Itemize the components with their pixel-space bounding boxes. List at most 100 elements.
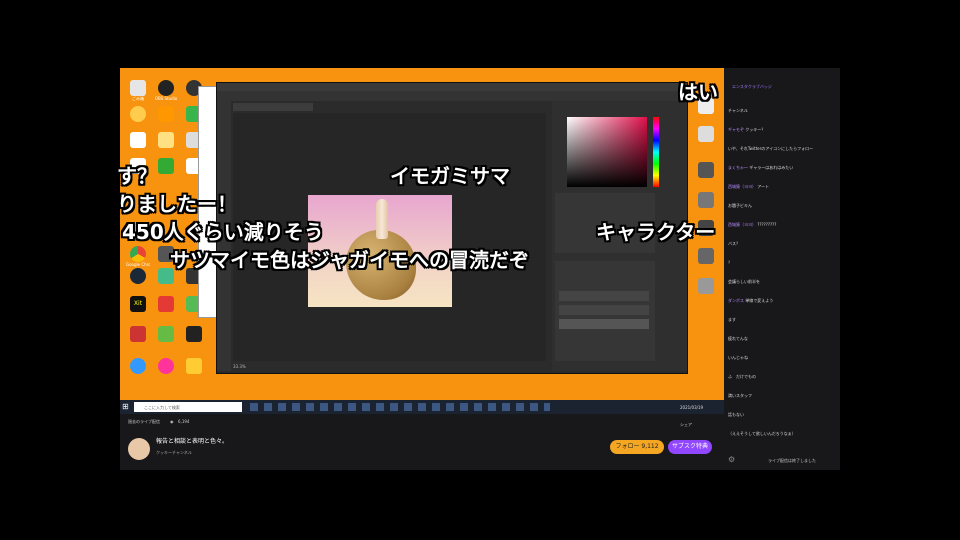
chat-text: お題子ビキん — [728, 203, 752, 208]
overlay-comment: イモガミサマ — [390, 164, 510, 188]
subscribe-button[interactable]: サブスク特典 — [668, 440, 712, 454]
chat-text: ます — [728, 317, 736, 322]
chat-text: （ええそうして欲しいんだろうなぁ） — [728, 431, 796, 436]
chat-message: 満いスタッフ — [728, 393, 838, 399]
app-icon[interactable] — [126, 132, 150, 148]
document-tab[interactable] — [233, 103, 313, 111]
chat-message: バス？ — [728, 241, 838, 247]
share-button[interactable]: シェア — [680, 422, 692, 428]
gear-icon[interactable]: ⚙ — [728, 455, 735, 464]
recycle-bin-icon[interactable]: ごみ箱 — [126, 80, 150, 101]
windows-start-icon[interactable]: ⊞ — [122, 402, 132, 412]
app-icon[interactable] — [694, 192, 718, 208]
avatar[interactable] — [128, 438, 150, 460]
menu-bar — [217, 83, 687, 91]
chat-text: ？ — [728, 260, 732, 265]
taskbar-search-box[interactable]: ここに入力して検索 — [134, 402, 242, 412]
chat-text: ギャラーはあれはみたい — [749, 165, 794, 170]
overlay-comment: キャラクター — [596, 220, 716, 244]
chat-message: いや、それTwitterのアイコンにしたらフォロー — [728, 146, 838, 152]
chat-text: ????????? — [757, 222, 777, 227]
app-icon[interactable] — [182, 358, 206, 374]
layers-panel — [555, 261, 655, 361]
obs-icon[interactable]: OBS Studio — [154, 80, 178, 101]
chat-username[interactable]: ダンボス — [728, 298, 744, 303]
taskbar-clock: 2021/03/19 — [680, 405, 704, 410]
app-icon[interactable] — [154, 132, 178, 148]
app-icon[interactable] — [154, 106, 178, 122]
viewer-count: 6,194 — [178, 419, 190, 424]
app-icon[interactable] — [154, 296, 178, 312]
zoom-level: 33.3% — [233, 364, 246, 369]
chat-username[interactable]: 西城猿（ヨヨ） — [728, 184, 756, 189]
eye-icon: ◉ — [170, 419, 174, 424]
options-bar — [217, 91, 687, 101]
overlay-comment: はい — [678, 80, 718, 104]
chat-text: いんじゃね — [728, 355, 748, 360]
stream-title: 報告と相談と表明と色々。 — [156, 438, 229, 445]
app-icon[interactable] — [694, 162, 718, 178]
app-icon[interactable] — [154, 158, 178, 174]
chat-message: いんじゃね — [728, 355, 838, 361]
finger-shape — [376, 199, 388, 239]
app-icon[interactable] — [182, 326, 206, 342]
app-icon[interactable] — [154, 358, 178, 374]
follow-count: 9,112 — [641, 443, 659, 450]
layer-row[interactable] — [559, 291, 649, 301]
steam-icon[interactable] — [126, 268, 150, 284]
chat-message: ギャモぞ クッキー？ — [728, 127, 838, 133]
chat-text: 単線で変えよう — [745, 298, 774, 303]
overlay-comment: りましたー！ — [117, 192, 237, 216]
chat-username[interactable]: ギャモぞ — [728, 127, 744, 132]
chat-text: クッキー？ — [745, 127, 766, 132]
layer-row[interactable] — [559, 305, 649, 315]
chat-message: ふ だけでもの — [728, 374, 838, 380]
layer-row[interactable] — [559, 319, 649, 329]
chat-text: 満いスタッフ — [728, 393, 752, 398]
app-icon[interactable] — [126, 106, 150, 122]
chat-text: 疲れてんな — [728, 336, 748, 341]
chat-text: バス？ — [728, 241, 740, 246]
chat-message: ？ — [728, 260, 838, 266]
chat-text: 会議らしい前半を — [728, 279, 760, 284]
follow-button[interactable]: フォロー 9,112 — [610, 440, 664, 454]
chat-text: アート — [757, 184, 770, 189]
chat-message: （ええそうして欲しいんだろうなぁ） — [728, 431, 838, 437]
xit-icon[interactable]: Xit — [126, 296, 150, 312]
overlay-comment: 450人ぐらい減りそう — [122, 220, 324, 244]
taskbar-apps[interactable] — [250, 403, 550, 411]
chat-text: 話もない — [728, 412, 744, 417]
chat-text: いや、それTwitterのアイコンにしたらフォロー — [728, 146, 814, 151]
chrome-icon[interactable]: Google Chrome — [126, 246, 150, 267]
app-icon[interactable] — [694, 248, 718, 264]
chat-message: お題子ビキん — [728, 203, 838, 209]
chat-text: チャンネル — [728, 108, 748, 113]
minecraft-icon[interactable] — [154, 326, 178, 342]
chat-message: まくちゃ～ ギャラーはあれはみたい — [728, 165, 838, 171]
chat-message: ダンボス 単線で変えよう — [728, 298, 838, 304]
app-icon[interactable] — [694, 126, 718, 142]
windows-taskbar: ⊞ ここに入力して検索 2021/03/19 — [120, 400, 724, 414]
chat-message: チャンネル — [728, 108, 838, 114]
overlay-comment: サツマイモ色はジャガイモへの冒涜だぞ — [170, 248, 529, 272]
past-broadcast-label: 過去のライブ配信 — [128, 419, 160, 424]
chat-message: 西城猿（ヨヨ） ????????? — [728, 222, 838, 228]
chat-username[interactable]: 西城猿（ヨヨ） — [728, 222, 756, 227]
overlay-comment: す？ — [117, 164, 157, 188]
chat-message: 疲れてんな — [728, 336, 838, 342]
app-icon[interactable] — [126, 358, 150, 374]
chat-ended-notice: ライブ配信は終了しました — [768, 458, 816, 463]
hue-slider[interactable] — [653, 117, 659, 187]
app-icon[interactable] — [126, 326, 150, 342]
chat-panel: エンスタクラブバッジ チャンネルギャモぞ クッキー？ いや、それTwitterの… — [724, 68, 840, 470]
stream-info-bar: 過去のライブ配信 ◉ 6,194 報告と相談と表明と色々。 クッキーチャンネル … — [120, 414, 724, 470]
color-picker[interactable] — [567, 117, 647, 187]
chat-text: ふ だけでもの — [728, 374, 756, 379]
app-icon[interactable] — [694, 278, 718, 294]
chat-username[interactable]: まくちゃ～ — [728, 165, 748, 170]
chat-message: 西城猿（ヨヨ） アート — [728, 184, 838, 190]
chat-message: 話もない — [728, 412, 838, 418]
chat-header: エンスタクラブバッジ — [732, 84, 772, 89]
channel-name[interactable]: クッキーチャンネル — [156, 450, 192, 456]
chat-message: 会議らしい前半を — [728, 279, 838, 285]
